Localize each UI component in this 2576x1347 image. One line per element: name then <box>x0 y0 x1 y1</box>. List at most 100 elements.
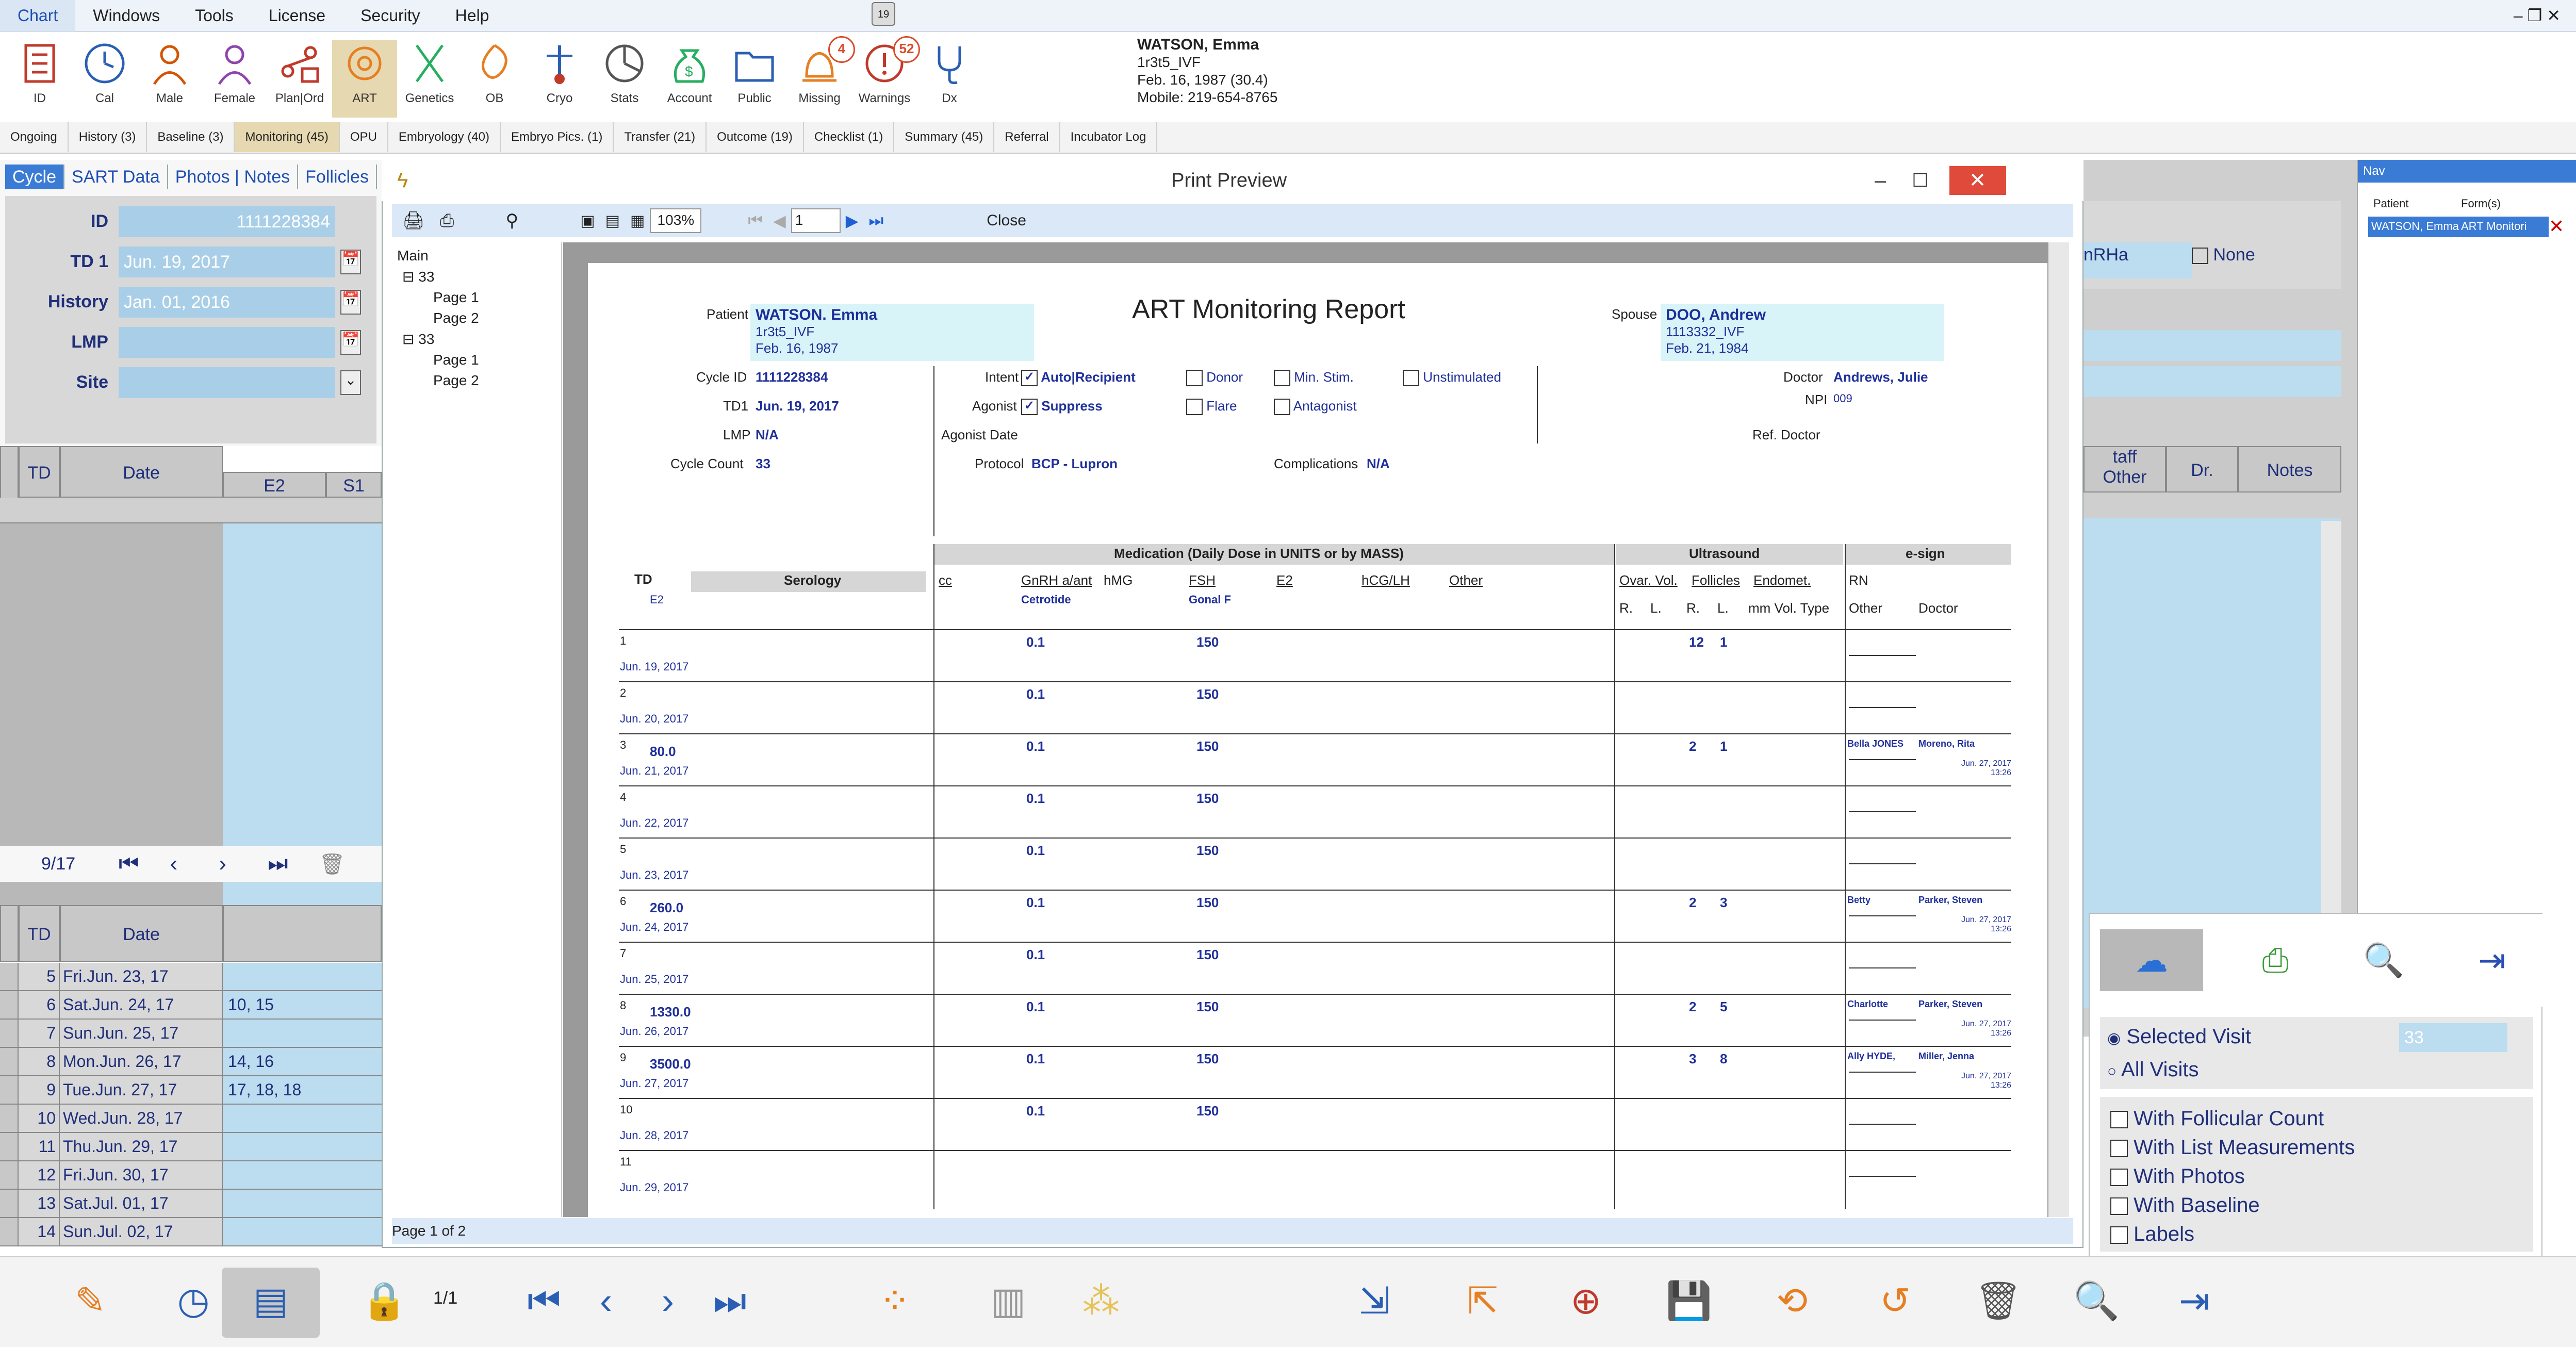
find-icon[interactable]: ⚲ <box>505 210 518 231</box>
toolbar-female-button[interactable]: Female <box>202 40 267 118</box>
tree-root[interactable]: Main <box>397 248 561 264</box>
nav-patient[interactable]: WATSON, Emma <box>2371 220 2459 233</box>
notes-icon[interactable]: ▤ <box>242 1273 299 1329</box>
subtab-photos-notes[interactable]: Photos | Notes <box>168 165 299 189</box>
tab-opu[interactable]: OPU <box>340 122 388 152</box>
col-e2[interactable]: E2 <box>223 472 326 498</box>
toolbar-account-button[interactable]: $ Account <box>657 40 722 118</box>
prev-icon[interactable]: ‹ <box>578 1273 634 1329</box>
export-option[interactable]: With Follicular Count <box>2110 1107 2324 1130</box>
tab-summary-45[interactable]: Summary (45) <box>894 122 995 152</box>
nav-form[interactable]: ART Monitori <box>2461 220 2527 233</box>
col-td[interactable]: TD <box>19 446 60 498</box>
toolbar-art-button[interactable]: ART <box>332 40 397 118</box>
trash-icon[interactable]: 🗑 <box>319 852 346 876</box>
tab-monitoring-45[interactable]: Monitoring (45) <box>235 122 340 152</box>
two-page-icon[interactable]: ▤ <box>605 212 620 230</box>
print-setup-icon[interactable]: ⎙ <box>440 211 454 231</box>
toolbar-warnings-button[interactable]: Warnings 52 <box>852 36 920 118</box>
toolbar-cryo-button[interactable]: Cryo <box>527 40 592 118</box>
single-page-icon[interactable]: ▣ <box>580 212 595 230</box>
prev-page-icon[interactable]: ◀ <box>773 211 786 231</box>
toolbar-ob-button[interactable]: OB <box>462 40 527 118</box>
import-folder-icon[interactable]: ⇲ <box>1346 1273 1403 1329</box>
tree-page[interactable]: Page 2 <box>433 372 561 389</box>
undo-icon[interactable]: ↺ <box>1867 1273 1924 1329</box>
tab-embryology-40[interactable]: Embryology (40) <box>388 122 501 152</box>
menu-windows[interactable]: Windows <box>75 0 177 31</box>
cloud-upload-icon[interactable]: ☁ <box>2100 929 2203 991</box>
close-window-icon[interactable]: ✕ <box>1949 166 2006 195</box>
window-controls[interactable]: – ❐ ✕ <box>2514 6 2576 25</box>
field-value-lmp[interactable] <box>119 327 335 358</box>
col-dr[interactable]: Dr. <box>2166 446 2238 492</box>
dropdown-icon[interactable]: ⌄ <box>340 370 361 395</box>
refresh-icon[interactable]: ⟲ <box>1764 1273 1820 1329</box>
selected-visit-radio[interactable]: ◉ Selected Visit <box>2107 1025 2251 1048</box>
tab-referral[interactable]: Referral <box>994 122 1060 152</box>
last-icon[interactable]: ⏭ <box>701 1273 758 1329</box>
print-icon[interactable]: 🖨 <box>402 210 424 231</box>
visit-value-input[interactable]: 33 <box>2399 1023 2507 1052</box>
save-icon[interactable]: 💾 <box>1661 1273 1717 1329</box>
col-td-2[interactable]: TD <box>19 905 60 962</box>
col-s1[interactable]: S1 <box>326 472 382 498</box>
date-picker-icon[interactable]: 📅 <box>340 250 361 274</box>
export-option[interactable]: With Photos <box>2110 1165 2245 1188</box>
tree-node[interactable]: ⊟ 33 <box>402 268 561 285</box>
calendar-small-icon[interactable]: 19 <box>872 2 895 26</box>
table-row[interactable]: 13 Sat.Jul. 01, 17 <box>0 1190 382 1218</box>
tab-baseline-3[interactable]: Baseline (3) <box>147 122 235 152</box>
last-page-icon[interactable]: ⏭ <box>868 211 883 231</box>
table-row[interactable]: 14 Sun.Jul. 02, 17 <box>0 1218 382 1246</box>
tab-incubator-log[interactable]: Incubator Log <box>1060 122 1158 152</box>
field-value-td-1[interactable]: Jun. 19, 2017 <box>119 247 335 277</box>
menu-chart[interactable]: Chart <box>0 0 76 31</box>
tree-page[interactable]: Page 1 <box>433 289 561 306</box>
exit-icon[interactable]: ⇥ <box>2461 929 2523 991</box>
table-row[interactable]: 5 Fri.Jun. 23, 17 <box>0 963 382 991</box>
first-icon[interactable]: ⏮ <box>516 1273 572 1329</box>
prev-record-icon[interactable]: ‹ <box>170 851 178 877</box>
exit-bottom-icon[interactable]: ⇥ <box>2166 1273 2223 1329</box>
col-notes[interactable]: Notes <box>2238 446 2341 492</box>
delete-icon[interactable]: 🗑 <box>1970 1273 2027 1329</box>
scatter-chart-icon[interactable]: ⁘ <box>866 1273 923 1329</box>
export-icon[interactable]: ⇱ <box>1454 1273 1511 1329</box>
minimize-icon[interactable]: – <box>1875 169 1886 192</box>
col-staff[interactable]: taff Other <box>2083 446 2166 492</box>
toolbar-missing-button[interactable]: Missing 4 <box>787 36 855 118</box>
tab-checklist-1[interactable]: Checklist (1) <box>804 122 895 152</box>
table-row[interactable]: 9 Tue.Jun. 27, 17 17, 18, 18 <box>0 1076 382 1105</box>
toolbar-male-button[interactable]: Male <box>137 40 202 118</box>
table-row[interactable]: 11 Thu.Jun. 29, 17 <box>0 1133 382 1161</box>
preview-close-button[interactable]: Close <box>987 212 1026 229</box>
export-option[interactable]: With List Measurements <box>2110 1136 2355 1159</box>
subtab-follicles[interactable]: Follicles <box>298 165 377 189</box>
page-input[interactable]: 1 <box>791 208 841 233</box>
next-icon[interactable]: › <box>639 1273 696 1329</box>
col-date[interactable]: Date <box>60 446 223 498</box>
table-row[interactable]: 10 Wed.Jun. 28, 17 <box>0 1105 382 1133</box>
next-page-icon[interactable]: ▶ <box>846 211 859 231</box>
edit-icon[interactable]: ✎ <box>62 1273 119 1329</box>
export-option[interactable]: Labels <box>2110 1223 2194 1246</box>
toolbar-stats-button[interactable]: Stats <box>592 40 657 118</box>
lock-icon[interactable]: 🔒 <box>356 1273 413 1329</box>
table-row[interactable]: 8 Mon.Jun. 26, 17 14, 16 <box>0 1048 382 1076</box>
maximize-icon[interactable]: ☐ <box>1912 170 1928 191</box>
tab-outcome-19[interactable]: Outcome (19) <box>707 122 804 152</box>
all-visits-radio[interactable]: ○ All Visits <box>2107 1058 2198 1081</box>
toolbar-public-button[interactable]: Public <box>722 40 787 118</box>
preview-scrollbar[interactable] <box>2048 242 2069 1217</box>
tree-node[interactable]: ⊟ 33 <box>402 331 561 348</box>
field-value-site[interactable] <box>119 367 335 398</box>
multi-page-icon[interactable]: ▦ <box>630 212 645 230</box>
subtab-sart-data[interactable]: SART Data <box>64 165 168 189</box>
menu-help[interactable]: Help <box>438 0 507 31</box>
toolbar-id-button[interactable]: ID <box>7 40 72 118</box>
add-icon[interactable]: ⊕ <box>1557 1273 1614 1329</box>
tab-history-3[interactable]: History (3) <box>69 122 147 152</box>
toolbar-cal-button[interactable]: Cal <box>72 40 137 118</box>
next-record-icon[interactable]: › <box>219 851 226 877</box>
